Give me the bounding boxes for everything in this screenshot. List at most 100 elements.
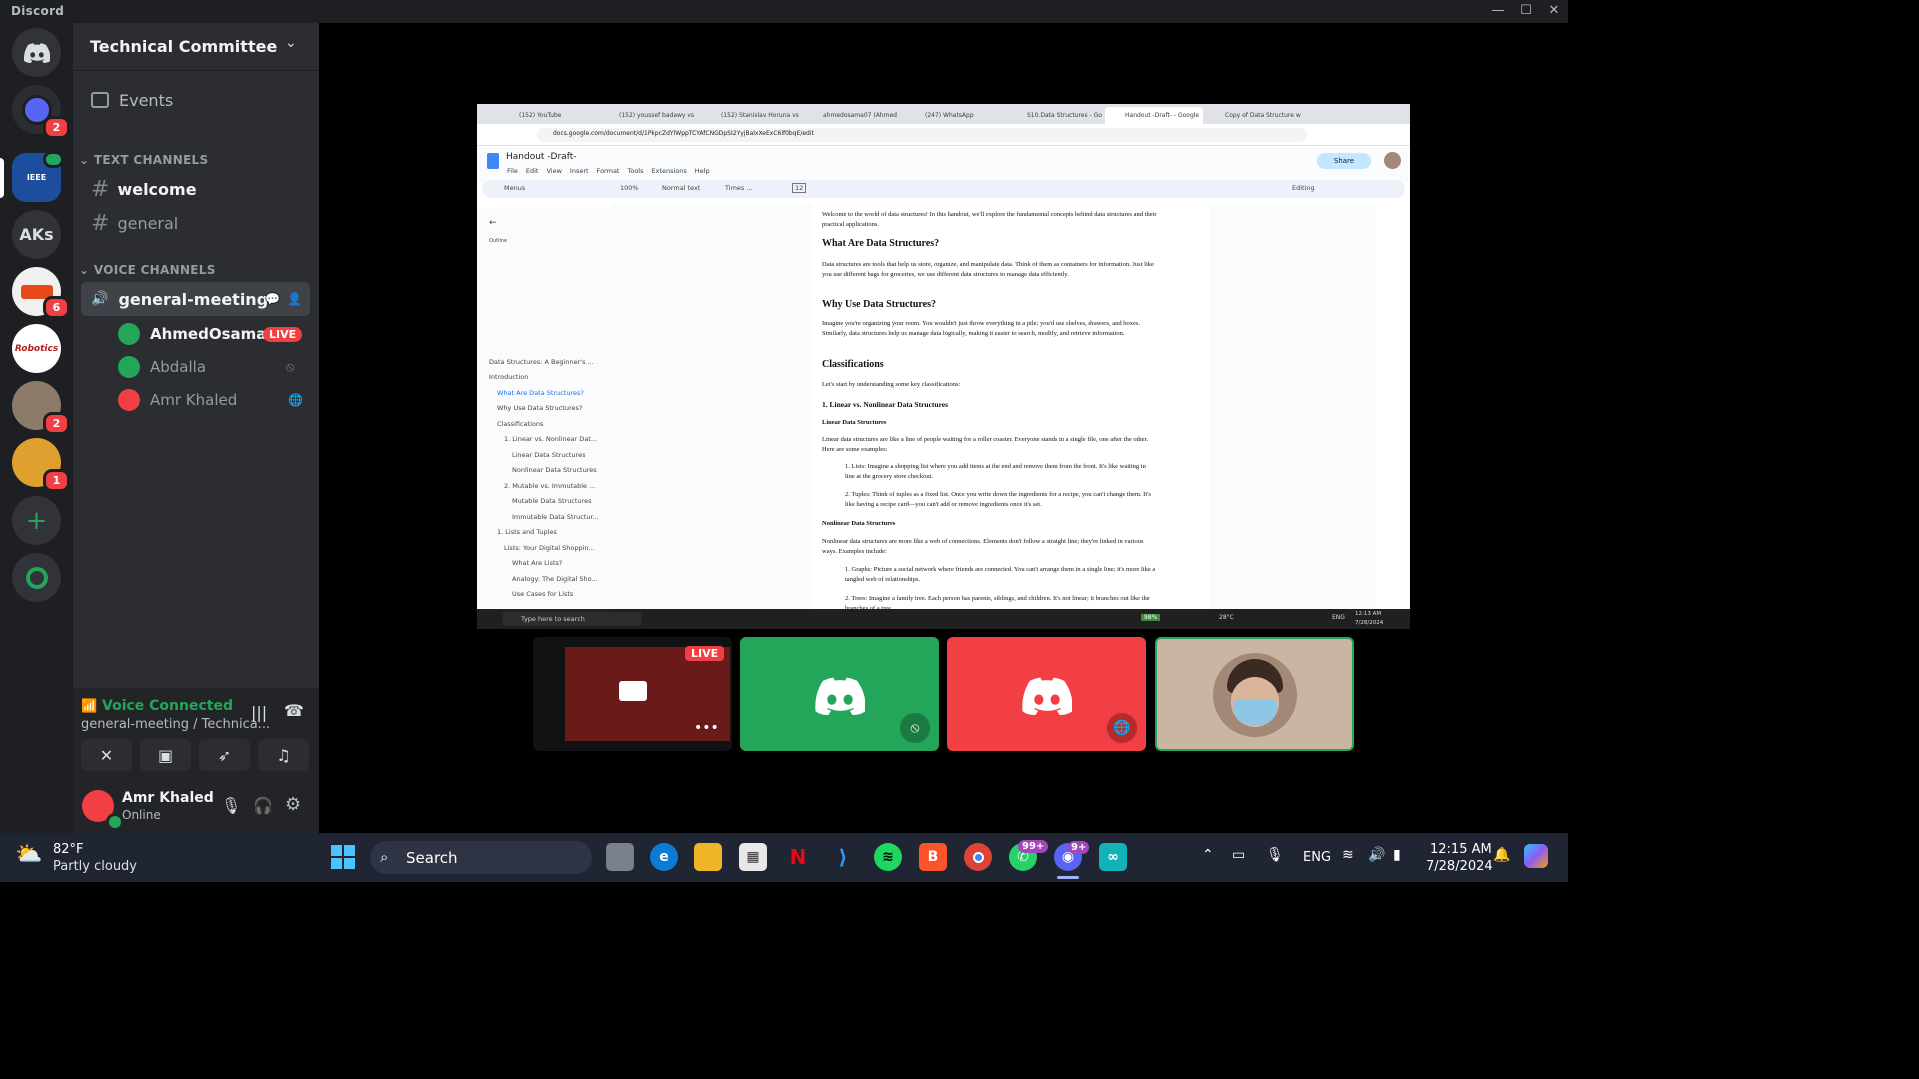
close-button[interactable]: ✕ <box>1542 2 1566 20</box>
menu-edit[interactable]: Edit <box>526 167 539 175</box>
gear-icon[interactable]: ⚙ <box>285 794 301 815</box>
chevron-up-icon[interactable]: ⌃ <box>1202 847 1214 863</box>
menu-file[interactable]: File <box>507 167 518 175</box>
editing-mode[interactable]: Editing <box>1292 184 1315 192</box>
menu-view[interactable]: View <box>546 167 561 175</box>
outline-item[interactable]: Data Structures: A Beginner's ... <box>489 358 594 366</box>
clock-date[interactable]: 7/28/2024 <box>1426 859 1493 874</box>
font-size-field[interactable]: 12 <box>792 183 807 193</box>
outline-item[interactable]: 2. Mutable vs. Immutable ... <box>504 482 595 490</box>
events-item[interactable]: Events <box>81 83 310 117</box>
channel-general[interactable]: # general <box>81 206 310 240</box>
microphone-icon[interactable]: 🎙 <box>1266 847 1284 863</box>
discord-home-icon[interactable] <box>12 28 61 77</box>
volume-icon[interactable]: 🔊 <box>1368 847 1385 863</box>
discover-icon[interactable] <box>12 553 61 602</box>
notifications-icon[interactable]: 🔔 <box>1493 847 1510 863</box>
browser-tab-active[interactable]: Handout -Draft- - Google <box>1105 107 1203 124</box>
server-header[interactable]: Technical Committee ⌄ <box>73 23 319 71</box>
stream-tile-ahmedosama[interactable]: LIVE ••• <box>533 637 732 751</box>
outline-item[interactable]: Classifications <box>497 420 543 428</box>
voice-user-abdalla[interactable]: Abdalla ⦸ <box>118 352 308 382</box>
account-avatar[interactable] <box>1384 152 1401 169</box>
participant-tile-camera[interactable] <box>1155 637 1354 751</box>
vscode-icon[interactable]: ⟩ <box>829 843 857 871</box>
voice-location[interactable]: general-meeting / Technica... <box>81 717 270 732</box>
zoom-select[interactable]: 100% <box>620 184 639 192</box>
disconnect-icon[interactable]: ☎ <box>284 701 304 720</box>
voice-channel-general-meeting[interactable]: 🔊 general-meeting 💬 👤 <box>81 282 310 316</box>
arduino-icon[interactable]: ∞ <box>1099 843 1127 871</box>
outline-item[interactable]: Why Use Data Structures? <box>497 404 582 412</box>
minimize-button[interactable]: — <box>1486 2 1510 20</box>
chat-icon[interactable]: 💬 <box>265 292 280 306</box>
invite-icon[interactable]: 👤 <box>287 292 302 306</box>
font-select[interactable]: Times ... <box>725 184 753 192</box>
outline-item[interactable]: Lists: Your Digital Shoppin... <box>504 544 595 552</box>
robotics-server-icon[interactable]: Robotics <box>12 324 61 373</box>
file-explorer-icon[interactable] <box>694 843 722 871</box>
outline-item[interactable]: Immutable Data Structur... <box>512 513 599 521</box>
netflix-icon[interactable]: N <box>784 843 812 871</box>
browser-tab[interactable]: S10.Data Structures - Go <box>1007 107 1105 124</box>
voice-status[interactable]: Voice Connected <box>102 698 233 714</box>
copilot-icon[interactable] <box>1524 844 1548 868</box>
shared-screen-browser[interactable]: (152) YouTube (152) youssef badawy vs (1… <box>477 104 1410 629</box>
outline-item[interactable]: Introduction <box>489 373 528 381</box>
aks-server-icon[interactable]: AKs <box>12 210 61 259</box>
browser-tab[interactable]: Copy of Data Structure w <box>1205 107 1301 124</box>
spotify-icon[interactable]: ≋ <box>874 843 902 871</box>
url-field[interactable]: docs.google.com/document/d/1PkpcZdYlWppT… <box>553 130 814 137</box>
screen-share-button[interactable]: ▣ <box>140 739 191 771</box>
voice-channels-header[interactable]: ⌄ VOICE CHANNELS <box>79 263 216 277</box>
edge-icon[interactable]: e <box>650 843 678 871</box>
back-arrow-icon[interactable]: ← <box>489 218 497 228</box>
task-view-icon[interactable] <box>606 843 634 871</box>
menus-search[interactable]: Menus <box>504 184 525 192</box>
chrome-icon[interactable] <box>964 843 992 871</box>
brave-icon[interactable]: B <box>919 843 947 871</box>
style-select[interactable]: Normal text <box>662 184 700 192</box>
browser-tab[interactable]: (152) Stanislav Horuna vs <box>701 107 799 124</box>
clock-time[interactable]: 12:15 AM <box>1430 842 1492 857</box>
browser-tab[interactable]: (152) YouTube <box>499 107 595 124</box>
more-options-icon[interactable]: ••• <box>694 720 719 736</box>
browser-tab[interactable]: (152) youssef badawy vs <box>599 107 697 124</box>
weather-temp[interactable]: 82°F <box>53 842 84 857</box>
menu-format[interactable]: Format <box>597 167 620 175</box>
weather-desc[interactable]: Partly cloudy <box>53 859 137 874</box>
outline-item[interactable]: 1. Lists and Tuples <box>497 528 557 536</box>
activities-button[interactable]: ➶ <box>199 739 250 771</box>
microphone-icon[interactable]: 🎙 <box>221 796 241 815</box>
menu-extensions[interactable]: Extensions <box>652 167 687 175</box>
outline-item[interactable]: Nonlinear Data Structures <box>512 466 597 474</box>
browser-tab[interactable]: ahmedosama07 (Ahmed <box>803 107 901 124</box>
noise-suppression-icon[interactable]: ||| <box>251 703 267 722</box>
voice-user-amr-khaled[interactable]: Amr Khaled 🌐 <box>118 385 308 415</box>
browser-tab[interactable]: (247) WhatsApp <box>905 107 1003 124</box>
text-channels-header[interactable]: ⌄ TEXT CHANNELS <box>79 153 208 167</box>
camera-off-button[interactable]: ✕ <box>81 739 132 771</box>
battery-saver-icon[interactable]: ▭ <box>1232 847 1245 863</box>
add-server-icon[interactable]: + <box>12 496 61 545</box>
outline-item[interactable]: 1. Linear vs. Nonlinear Dat... <box>504 435 597 443</box>
share-button[interactable]: Share <box>1317 153 1371 169</box>
windows-start-icon[interactable] <box>329 843 357 871</box>
channel-welcome[interactable]: # welcome <box>81 172 310 206</box>
doc-title[interactable]: Handout -Draft- <box>506 152 576 162</box>
outline-item[interactable]: Use Cases for Lists <box>512 590 573 598</box>
participant-tile-abdalla[interactable]: ⦸ <box>740 637 939 751</box>
voice-user-ahmedosama[interactable]: AhmedOsama LIVE <box>118 319 308 349</box>
outline-item[interactable]: Mutable Data Structures <box>512 497 591 505</box>
menu-help[interactable]: Help <box>695 167 710 175</box>
menu-tools[interactable]: Tools <box>627 167 643 175</box>
weather-icon[interactable]: ⛅ <box>15 842 42 867</box>
participant-tile-amr-khaled[interactable]: 🌐 <box>947 637 1146 751</box>
battery-icon[interactable]: ▮ <box>1393 847 1401 863</box>
language-indicator[interactable]: ENG <box>1303 850 1331 865</box>
store-icon[interactable]: ▦ <box>739 843 767 871</box>
outline-item[interactable]: Linear Data Structures <box>512 451 585 459</box>
outline-item[interactable]: Analogy: The Digital Sho... <box>512 575 598 583</box>
menu-insert[interactable]: Insert <box>570 167 589 175</box>
headphones-icon[interactable]: 🎧 <box>253 796 273 815</box>
